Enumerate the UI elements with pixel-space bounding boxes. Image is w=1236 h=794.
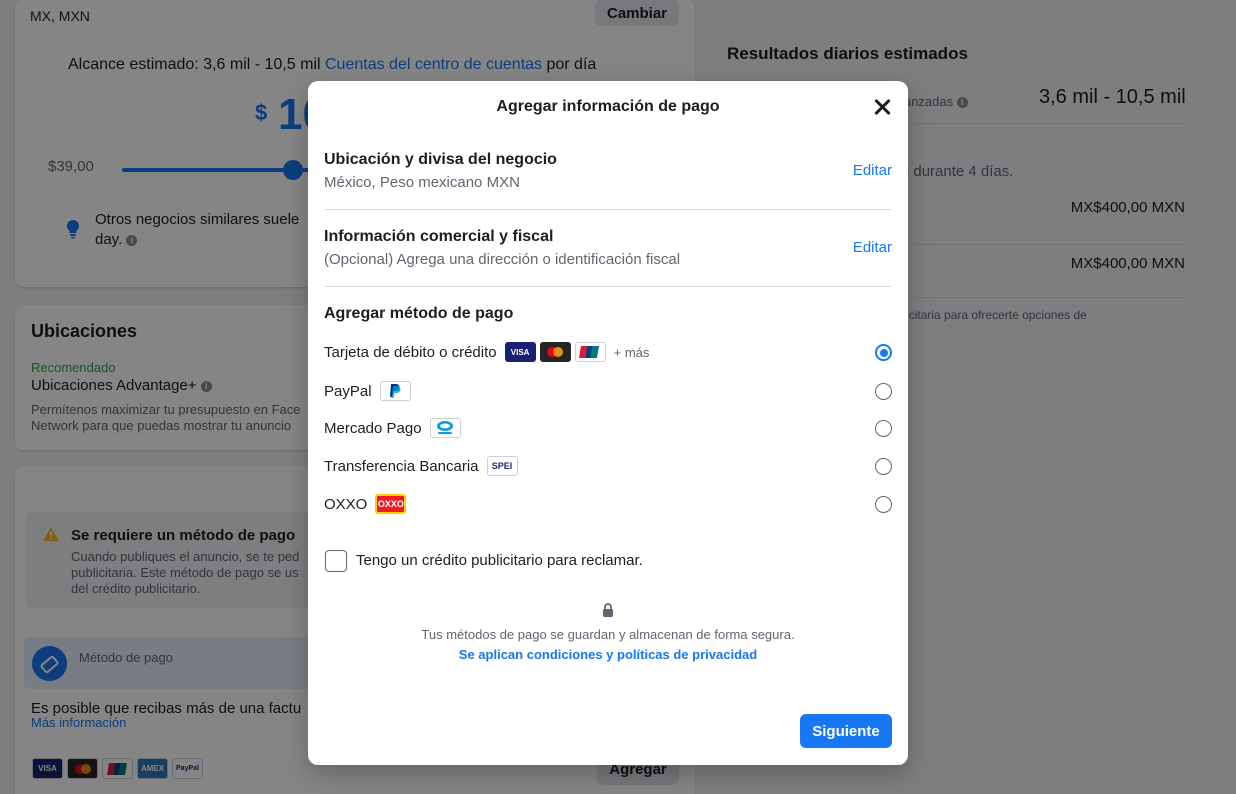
mercado-pago-icon xyxy=(437,421,454,434)
method-paypal[interactable]: PayPal xyxy=(324,377,892,405)
radio-oxxo[interactable] xyxy=(875,496,892,513)
spei-logo: SPEI xyxy=(486,456,518,476)
lock-icon xyxy=(603,603,613,617)
method-bank-transfer[interactable]: Transferencia Bancaria SPEI xyxy=(324,452,892,480)
radio-paypal[interactable] xyxy=(875,383,892,400)
radio-bank-transfer[interactable] xyxy=(875,458,892,475)
business-location-value: México, Peso mexicano MXN xyxy=(324,174,520,191)
business-tax-title: Información comercial y fiscal xyxy=(324,228,554,245)
terms-privacy-link[interactable]: Se aplican condiciones y políticas de pr… xyxy=(308,647,908,662)
visa-logo: VISA xyxy=(504,342,536,362)
unionpay-icon xyxy=(579,346,600,358)
method-oxxo[interactable]: OXXO OXXO xyxy=(324,490,892,518)
business-location-title: Ubicación y divisa del negocio xyxy=(324,151,557,168)
mercado-pago-logo xyxy=(429,418,461,438)
dialog-title: Agregar información de pago xyxy=(496,98,720,115)
method-label: Tarjeta de débito o crédito xyxy=(324,343,497,361)
more-methods-text: + más xyxy=(613,344,650,360)
next-button[interactable]: Siguiente xyxy=(800,714,892,748)
edit-location-button[interactable]: Editar xyxy=(853,162,892,179)
method-label: OXXO xyxy=(324,495,368,513)
method-label: PayPal xyxy=(324,382,372,400)
unionpay-logo xyxy=(574,342,606,362)
ad-credit-label[interactable]: Tengo un crédito publicitario para recla… xyxy=(356,552,643,569)
mastercard-icon xyxy=(547,347,564,357)
paypal-icon xyxy=(390,384,401,398)
divider xyxy=(324,286,892,287)
payment-methods-title: Agregar método de pago xyxy=(324,305,514,322)
method-card[interactable]: Tarjeta de débito o crédito VISA + más xyxy=(324,338,892,366)
method-label: Transferencia Bancaria xyxy=(324,457,479,475)
business-tax-value: (Opcional) Agrega una dirección o identi… xyxy=(324,251,681,268)
secure-storage-text: Tus métodos de pago se guardan y almacen… xyxy=(421,627,795,642)
edit-business-button[interactable]: Editar xyxy=(853,239,892,256)
payment-info-dialog: Agregar información de pago Ubicación y … xyxy=(308,81,908,765)
paypal-logo xyxy=(379,381,411,401)
oxxo-logo: OXXO xyxy=(375,494,407,514)
divider xyxy=(324,209,892,210)
radio-mercado-pago[interactable] xyxy=(875,420,892,437)
method-mercado-pago[interactable]: Mercado Pago xyxy=(324,414,892,442)
close-icon[interactable] xyxy=(872,97,892,117)
ad-credit-checkbox[interactable] xyxy=(325,550,347,572)
mastercard-logo xyxy=(539,342,571,362)
radio-card-selected[interactable] xyxy=(875,344,892,361)
method-label: Mercado Pago xyxy=(324,419,422,437)
